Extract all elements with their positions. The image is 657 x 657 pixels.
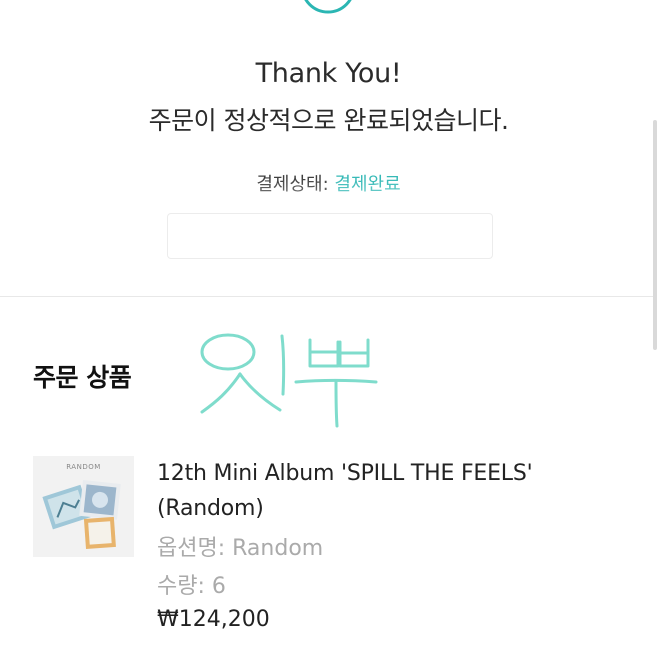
thank-you-title: Thank You! [255,58,402,89]
order-items-heading: 주문 상품 [33,363,132,392]
payment-status-value: 결제완료 [334,174,401,195]
product-thumbnail[interactable]: RANDOM [33,456,134,557]
payment-status: 결제상태: 결제완료 [0,170,657,196]
scrollbar[interactable] [653,120,657,350]
product-price: ₩124,200 [157,607,270,632]
check-circle-icon [304,0,352,14]
product-name[interactable]: 12th Mini Album 'SPILL THE FEELS' (Rando… [157,456,627,526]
order-complete-message: 주문이 정상적으로 완료되었습니다. [148,106,509,135]
blank-info-box [167,213,493,259]
section-divider [0,296,657,297]
handwritten-note-drawing [200,333,378,428]
product-option: 옵션명: Random [157,536,324,561]
payment-status-label: 결제상태: [256,174,329,195]
product-quantity: 수량: 6 [157,574,226,599]
